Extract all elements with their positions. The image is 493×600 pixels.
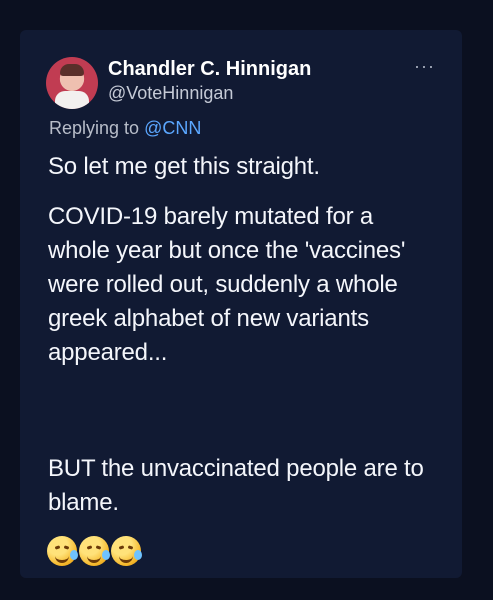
rolling-on-floor-laughing-icon	[111, 536, 142, 566]
rolling-on-floor-laughing-icon	[47, 536, 78, 566]
emoji-row	[47, 536, 142, 570]
tweet-text-paragraph-3: BUT the unvaccinated people are to blame…	[48, 455, 424, 516]
tweet-text-paragraph-2: COVID-19 barely mutated for a whole year…	[48, 203, 406, 366]
reply-mention-link[interactable]: @CNN	[144, 118, 201, 138]
more-options-icon[interactable]: ···	[414, 56, 435, 77]
profile-avatar[interactable]	[46, 57, 98, 109]
avatar-shirt	[55, 91, 89, 109]
author-name[interactable]: Chandler C. Hinnigan	[108, 58, 311, 81]
reply-context: Replying to @CNN	[49, 118, 201, 139]
tweet-screenshot: Chandler C. Hinnigan @VoteHinnigan ··· R…	[0, 0, 493, 600]
rolling-on-floor-laughing-icon	[79, 536, 110, 566]
tweet-text-line-1: So let me get this straight.	[48, 153, 320, 180]
reply-prefix: Replying to	[49, 118, 145, 138]
avatar-hair	[60, 64, 84, 76]
author-handle[interactable]: @VoteHinnigan	[108, 83, 233, 104]
